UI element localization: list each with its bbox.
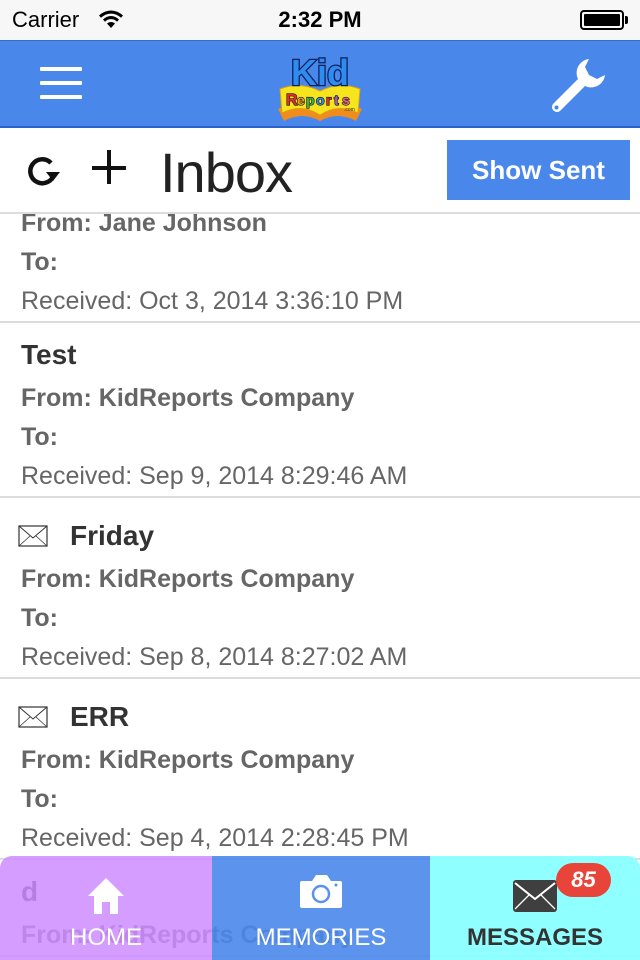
svg-text:t: t <box>334 92 339 108</box>
message-to: To: <box>21 604 59 632</box>
message-from: From: KidReports Company <box>21 384 355 412</box>
tab-memories-label: MEMORIES <box>255 924 387 951</box>
message-item[interactable]: From: Jane Johnson To: Received: Oct 3, … <box>0 214 640 323</box>
message-item[interactable]: Friday From: KidReports Company To: Rece… <box>0 498 640 679</box>
tab-home[interactable]: HOME <box>0 856 212 960</box>
svg-text:r: r <box>326 92 332 108</box>
message-list[interactable]: From: Jane Johnson To: Received: Oct 3, … <box>0 214 640 960</box>
svg-text:.com: .com <box>344 107 355 113</box>
hamburger-menu-icon[interactable] <box>40 67 82 101</box>
clock: 2:32 PM <box>278 7 362 32</box>
compose-plus-icon[interactable] <box>92 150 128 186</box>
message-received: Received: Sep 9, 2014 8:29:46 AM <box>21 462 408 490</box>
message-to: To: <box>21 248 59 276</box>
message-from: From: Jane Johnson <box>21 214 267 237</box>
envelope-icon <box>513 880 557 912</box>
svg-text:p: p <box>306 92 315 108</box>
wrench-icon[interactable] <box>545 55 609 119</box>
tab-bar: HOME MEMORIES MESSAGES <box>0 856 640 960</box>
message-received: Received: Sep 4, 2014 2:28:45 PM <box>21 824 409 852</box>
status-bar: Carrier 2:32 PM <box>0 0 640 40</box>
camera-icon <box>300 875 342 908</box>
tab-home-label: HOME <box>70 924 142 951</box>
message-subject: Test <box>21 339 77 370</box>
svg-text:Kid: Kid <box>291 52 349 93</box>
unread-envelope-icon <box>18 706 48 728</box>
nav-bar: Kid R e p o r t s .com <box>0 40 640 128</box>
unread-count-badge: 85 <box>556 863 611 897</box>
battery-icon <box>580 10 628 30</box>
show-sent-button[interactable]: Show Sent <box>447 140 630 200</box>
message-subject: ERR <box>70 701 130 732</box>
message-to: To: <box>21 785 59 813</box>
page-title: Inbox <box>160 141 293 204</box>
home-icon <box>88 878 124 914</box>
kidreports-logo: Kid R e p o r t s .com <box>278 51 362 121</box>
message-from: From: KidReports Company <box>21 746 355 774</box>
message-to: To: <box>21 423 59 451</box>
message-item[interactable]: Test From: KidReports Company To: Receiv… <box>0 323 640 498</box>
message-received: Received: Sep 8, 2014 8:27:02 AM <box>21 643 408 671</box>
svg-text:e: e <box>297 92 305 108</box>
tab-messages-label: MESSAGES <box>466 924 604 951</box>
inbox-toolbar: Inbox Show Sent <box>0 128 640 214</box>
unread-envelope-icon <box>18 525 48 547</box>
message-item[interactable]: ERR From: KidReports Company To: Receive… <box>0 679 640 860</box>
svg-text:o: o <box>316 92 325 108</box>
message-subject: Friday <box>70 520 155 551</box>
refresh-icon[interactable] <box>22 150 62 190</box>
tab-memories[interactable]: MEMORIES <box>212 856 430 960</box>
message-from: From: KidReports Company <box>21 565 355 593</box>
message-received: Received: Oct 3, 2014 3:36:10 PM <box>21 287 404 315</box>
svg-text:s: s <box>342 92 350 108</box>
